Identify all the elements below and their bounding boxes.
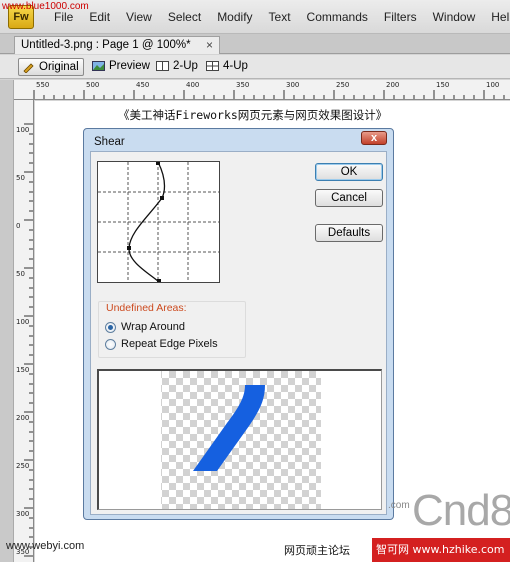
ok-button[interactable]: OK xyxy=(315,163,383,181)
menu-edit[interactable]: Edit xyxy=(81,10,118,24)
repeat-edge-pixels-radio[interactable] xyxy=(105,339,116,350)
ruler-label: 300 xyxy=(286,81,300,89)
view-toolbar: Original Preview 2-Up 4-Up xyxy=(0,55,510,79)
document-tab-title: Untitled-3.png : Page 1 @ 100%* xyxy=(21,39,191,51)
ruler-label: 350 xyxy=(236,81,250,89)
tools-strip xyxy=(0,80,14,562)
cnd8-small: .com xyxy=(388,500,410,511)
dialog-title: Shear xyxy=(94,136,125,148)
ruler-ticks xyxy=(24,123,33,557)
ruler-label: 200 xyxy=(386,81,400,89)
ruler-label: 100 xyxy=(16,318,30,326)
horizontal-ruler[interactable]: 550 500 450 400 350 300 250 200 150 100 xyxy=(14,80,510,100)
ruler-label: 250 xyxy=(16,462,30,470)
shear-dialog: Shear x OK Cancel Defaults Undefined Are… xyxy=(83,128,394,520)
curve-point[interactable] xyxy=(157,279,161,283)
ruler-label: 500 xyxy=(86,81,100,89)
ruler-label: 200 xyxy=(16,414,30,422)
menu-filters[interactable]: Filters xyxy=(376,10,425,24)
dialog-body: OK Cancel Defaults Undefined Areas: Wrap… xyxy=(90,151,387,515)
ruler-label: 50 xyxy=(16,174,25,182)
curve-point[interactable] xyxy=(156,161,160,165)
ruler-label: 450 xyxy=(136,81,150,89)
shear-curve-editor[interactable] xyxy=(97,161,220,283)
menu-select[interactable]: Select xyxy=(160,10,209,24)
view-original-label: Original xyxy=(39,61,79,73)
view-preview-label: Preview xyxy=(109,60,150,72)
transparency-checkerboard xyxy=(161,371,321,509)
cnd8-logo: .com Cnd8 xyxy=(376,486,510,538)
view-preview-button[interactable]: Preview xyxy=(89,58,154,76)
cnd8-brand: Cnd8 xyxy=(412,486,510,535)
document-tab[interactable]: Untitled-3.png : Page 1 @ 100%* × xyxy=(14,36,220,54)
watermark-mid: 网页顽主论坛 xyxy=(284,544,350,557)
ruler-label: 400 xyxy=(186,81,200,89)
menu-file[interactable]: File xyxy=(46,10,81,24)
brand-bar: 智可网 www.hzhike.com xyxy=(372,538,510,562)
shear-preview xyxy=(97,369,382,510)
vertical-ruler[interactable]: 100 50 0 50 100 150 200 250 300 350 xyxy=(14,100,34,562)
ruler-label: 150 xyxy=(16,366,30,374)
wrap-around-label[interactable]: Wrap Around xyxy=(121,321,185,333)
curve-graph xyxy=(98,161,219,283)
ruler-label: 300 xyxy=(16,510,30,518)
view-4up-button[interactable]: 4-Up xyxy=(203,58,252,76)
menu-text[interactable]: Text xyxy=(261,10,299,24)
ruler-label: 0 xyxy=(16,222,21,230)
two-up-icon xyxy=(156,61,169,71)
menu-modify[interactable]: Modify xyxy=(209,10,260,24)
document-tab-bar: Untitled-3.png : Page 1 @ 100%* × xyxy=(0,34,510,54)
ruler-label: 100 xyxy=(486,81,500,89)
view-original-button[interactable]: Original xyxy=(18,58,84,76)
close-icon[interactable]: × xyxy=(206,37,213,53)
four-up-icon xyxy=(206,61,219,71)
watermark-left: www.webyi.com xyxy=(6,540,85,552)
wrap-around-radio[interactable] xyxy=(105,322,116,333)
ruler-label: 550 xyxy=(36,81,50,89)
ruler-label: 100 xyxy=(16,126,30,134)
view-4up-label: 4-Up xyxy=(223,60,248,72)
canvas-heading: 《美工神话Fireworks网页元素与网页效果图设计》 xyxy=(118,108,388,122)
menu-help[interactable]: Help xyxy=(483,10,510,24)
curve-point[interactable] xyxy=(127,246,131,250)
main-menu: File Edit View Select Modify Text Comman… xyxy=(46,10,510,24)
pencil-icon xyxy=(23,63,34,73)
ruler-label: 250 xyxy=(336,81,350,89)
ruler-label: 150 xyxy=(436,81,450,89)
dialog-close-button[interactable]: x xyxy=(361,131,387,145)
menu-window[interactable]: Window xyxy=(425,10,484,24)
curve-point[interactable] xyxy=(160,196,164,200)
ruler-label: 50 xyxy=(16,270,25,278)
menu-view[interactable]: View xyxy=(118,10,160,24)
image-preview-icon xyxy=(92,61,105,71)
cancel-button[interactable]: Cancel xyxy=(315,189,383,207)
menu-commands[interactable]: Commands xyxy=(299,10,376,24)
view-2up-label: 2-Up xyxy=(173,60,198,72)
defaults-button[interactable]: Defaults xyxy=(315,224,383,242)
preview-graphic xyxy=(161,371,321,509)
undefined-areas-label: Undefined Areas: xyxy=(104,302,189,314)
repeat-edge-pixels-label[interactable]: Repeat Edge Pixels xyxy=(121,338,218,350)
view-2up-button[interactable]: 2-Up xyxy=(153,58,202,76)
menu-bar: Fw www.blue1000.com File Edit View Selec… xyxy=(0,0,510,34)
